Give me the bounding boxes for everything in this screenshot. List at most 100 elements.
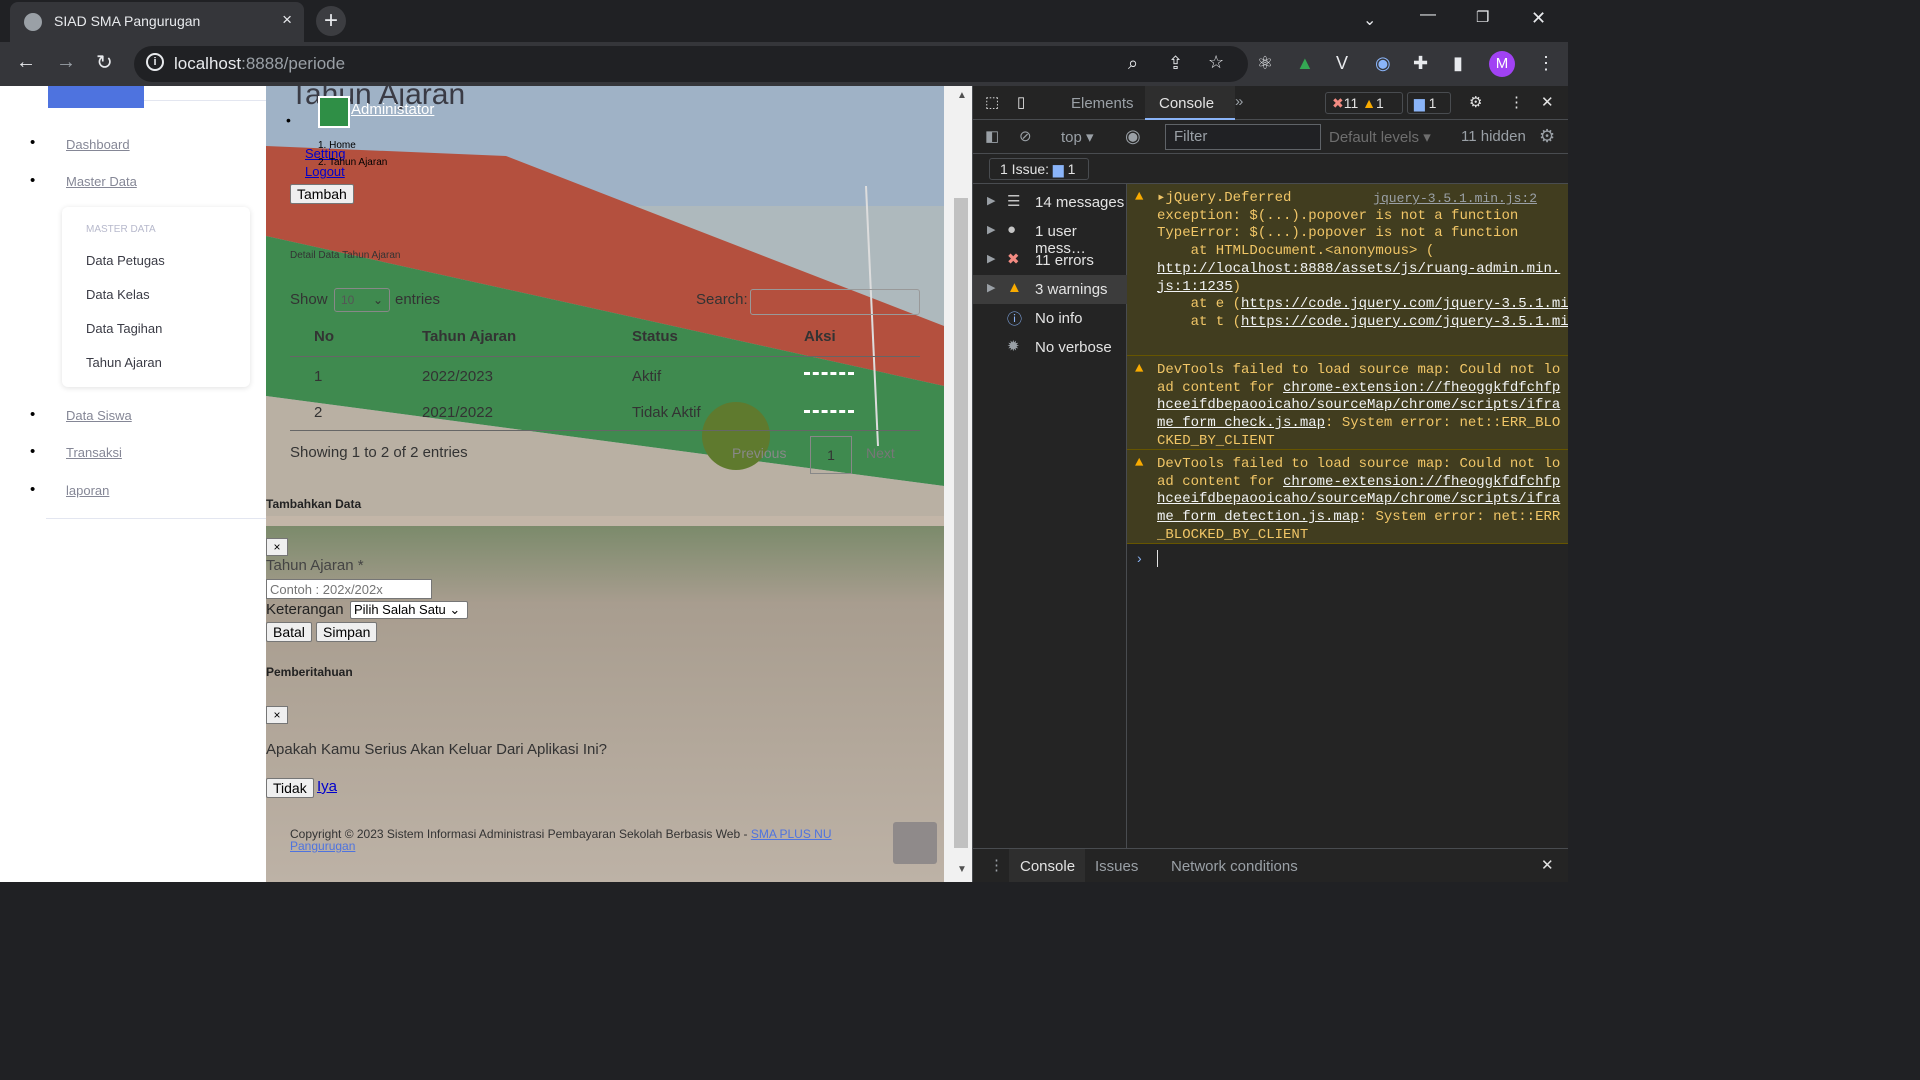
pagination-page[interactable]: 1: [810, 436, 852, 474]
tahun-ajaran-input[interactable]: [266, 579, 432, 599]
sidebar-row-messages[interactable]: ▶ ☰ 14 messages: [973, 188, 1127, 217]
site-info-icon[interactable]: i: [146, 53, 164, 71]
device-toolbar-icon[interactable]: ▯: [1017, 93, 1025, 111]
clear-console-icon[interactable]: ⊘: [1019, 127, 1032, 145]
drawer-tab-issues[interactable]: Issues: [1095, 858, 1138, 875]
devtools-menu-icon[interactable]: ⋮: [1509, 93, 1524, 111]
scroll-down-icon[interactable]: ▼: [957, 864, 967, 875]
restore-icon[interactable]: ❐: [1476, 8, 1489, 26]
submenu-item-data-petugas[interactable]: Data Petugas: [86, 253, 165, 268]
bookmark-star-icon[interactable]: ☆: [1208, 52, 1224, 73]
tidak-button[interactable]: Tidak: [266, 778, 314, 798]
sidebar-row-warnings[interactable]: ▶ ▲ 3 warnings: [973, 275, 1127, 304]
sidebar-item-transaksi[interactable]: Transaksi: [66, 445, 122, 460]
drawer-menu-icon[interactable]: ⋮: [989, 856, 1004, 874]
column-header[interactable]: Aksi: [804, 328, 836, 345]
submenu-item-data-tagihan[interactable]: Data Tagihan: [86, 321, 162, 336]
sidebar-row-errors[interactable]: ▶ ✖ 11 errors: [973, 246, 1127, 275]
google-drive-icon[interactable]: ▲: [1296, 53, 1314, 74]
sidebar-row-info[interactable]: ⓘ No info: [973, 304, 1127, 333]
profile-avatar[interactable]: M: [1489, 51, 1515, 77]
side-panel-icon[interactable]: ▮: [1453, 53, 1463, 74]
sidebar-brand[interactable]: [48, 86, 144, 108]
sidebar-row-verbose[interactable]: ✹ No verbose: [973, 333, 1127, 362]
reload-icon[interactable]: ↻: [96, 50, 113, 75]
console-input[interactable]: [1157, 550, 1557, 570]
search-input[interactable]: [750, 289, 920, 315]
minimize-icon[interactable]: —: [1420, 6, 1436, 24]
simpan-button[interactable]: Simpan: [316, 622, 378, 642]
share-icon[interactable]: ⇪: [1168, 53, 1183, 74]
tab-search-icon[interactable]: ⌄: [1363, 10, 1376, 30]
add-modal-close-button[interactable]: ×: [266, 538, 288, 556]
react-devtools-icon[interactable]: ⚛: [1257, 53, 1273, 74]
forward-icon[interactable]: →: [56, 51, 76, 74]
inspect-element-icon[interactable]: ⬚: [985, 93, 999, 111]
sidebar-toggle-icon[interactable]: ◧: [985, 127, 999, 145]
extensions-puzzle-icon[interactable]: ✚: [1413, 53, 1428, 74]
sidebar-item-laporan[interactable]: laporan: [66, 483, 109, 498]
tab-close-icon[interactable]: ×: [282, 10, 292, 30]
new-tab-button[interactable]: +: [316, 6, 346, 36]
close-window-icon[interactable]: ✕: [1531, 8, 1546, 29]
error-warning-counter[interactable]: ✖11 ▲1: [1325, 92, 1403, 114]
issues-counter[interactable]: ▆ 1: [1407, 92, 1451, 114]
search-label: Search:: [696, 291, 748, 308]
stack-link[interactable]: https://code.jquery.com/jquery-3.5.1.min…: [1241, 296, 1568, 312]
info-icon: ⓘ: [1007, 311, 1023, 328]
pagination-next[interactable]: Next: [866, 445, 895, 461]
pagination-previous[interactable]: Previous: [732, 445, 786, 461]
submenu-item-tahun-ajaran[interactable]: Tahun Ajaran: [86, 355, 162, 370]
sidebar-item-data-siswa[interactable]: Data Siswa: [66, 408, 132, 423]
batal-button[interactable]: Batal: [266, 622, 312, 642]
more-tabs-icon[interactable]: »: [1235, 93, 1243, 110]
stack-link[interactable]: http://localhost:8888/assets/js/ruang-ad…: [1157, 261, 1560, 295]
sidebar-item-master-data[interactable]: Master Data: [66, 174, 137, 189]
issues-link[interactable]: 1 Issue: ▆ 1: [989, 158, 1089, 180]
vue-devtools-icon[interactable]: V: [1336, 53, 1348, 74]
drawer-tab-console[interactable]: Console: [1009, 849, 1085, 882]
close-devtools-icon[interactable]: ✕: [1541, 93, 1554, 111]
submenu-item-data-kelas[interactable]: Data Kelas: [86, 287, 150, 302]
column-header[interactable]: Status: [632, 328, 678, 345]
address-bar[interactable]: i localhost:8888/periode ⌕ ⇪ ☆: [134, 46, 1248, 82]
user-avatar[interactable]: [318, 96, 350, 128]
show-label: Show: [290, 291, 328, 308]
column-header[interactable]: Tahun Ajaran: [422, 328, 516, 345]
live-expression-eye-icon[interactable]: ◉: [1125, 126, 1141, 147]
close-drawer-icon[interactable]: ✕: [1541, 856, 1554, 874]
stack-link[interactable]: https://code.jquery.com/jquery-3.5.1.min…: [1241, 314, 1568, 330]
back-icon[interactable]: ←: [16, 51, 36, 74]
tab-elements[interactable]: Elements: [1071, 95, 1134, 112]
console-filter-input[interactable]: Filter: [1165, 124, 1321, 150]
tambah-button[interactable]: Tambah: [290, 184, 354, 204]
edit-action-icon[interactable]: [804, 410, 854, 413]
scrollbar-thumb[interactable]: [954, 198, 968, 848]
browser-tab[interactable]: SIAD SMA Pangurugan ×: [10, 2, 304, 42]
extension-circle-icon[interactable]: ◉: [1375, 53, 1391, 74]
add-modal-title: Tambahkan Data: [266, 497, 362, 511]
settings-gear-icon[interactable]: ⚙: [1469, 93, 1482, 111]
entries-select[interactable]: 10 ⌄: [334, 288, 390, 312]
iya-link[interactable]: Iya: [317, 778, 337, 795]
keterangan-select[interactable]: Pilih Salah Satu ⌄: [350, 601, 468, 619]
zoom-icon[interactable]: ⌕: [1128, 53, 1138, 74]
log-levels-dropdown[interactable]: Default levels ▾: [1329, 128, 1431, 146]
sidebar-item-dashboard[interactable]: Dashboard: [66, 137, 130, 152]
browser-menu-icon[interactable]: ⋮: [1537, 53, 1555, 74]
sidebar-row-user-messages[interactable]: ▶ ● 1 user mess…: [973, 217, 1127, 257]
breadcrumb-home[interactable]: 1. Home: [318, 140, 356, 151]
console-settings-icon[interactable]: ⚙: [1539, 126, 1555, 147]
user-name-link[interactable]: Administator: [351, 101, 434, 118]
scroll-to-top-button[interactable]: [893, 822, 937, 864]
message-source-link[interactable]: jquery-3.5.1.min.js:2: [1373, 190, 1537, 208]
drawer-tab-network-conditions[interactable]: Network conditions: [1171, 858, 1298, 875]
column-header[interactable]: No: [314, 328, 334, 345]
scroll-up-icon[interactable]: ▲: [957, 90, 967, 101]
edit-action-icon[interactable]: [804, 372, 854, 375]
tab-console-active[interactable]: Console: [1145, 86, 1235, 120]
context-selector[interactable]: top ▾: [1061, 128, 1094, 146]
devtools-drawer: ⋮ Console Issues Network conditions ✕: [973, 848, 1568, 882]
logout-modal-close-button[interactable]: ×: [266, 706, 288, 724]
warning-icon: ▲: [1007, 279, 1022, 296]
